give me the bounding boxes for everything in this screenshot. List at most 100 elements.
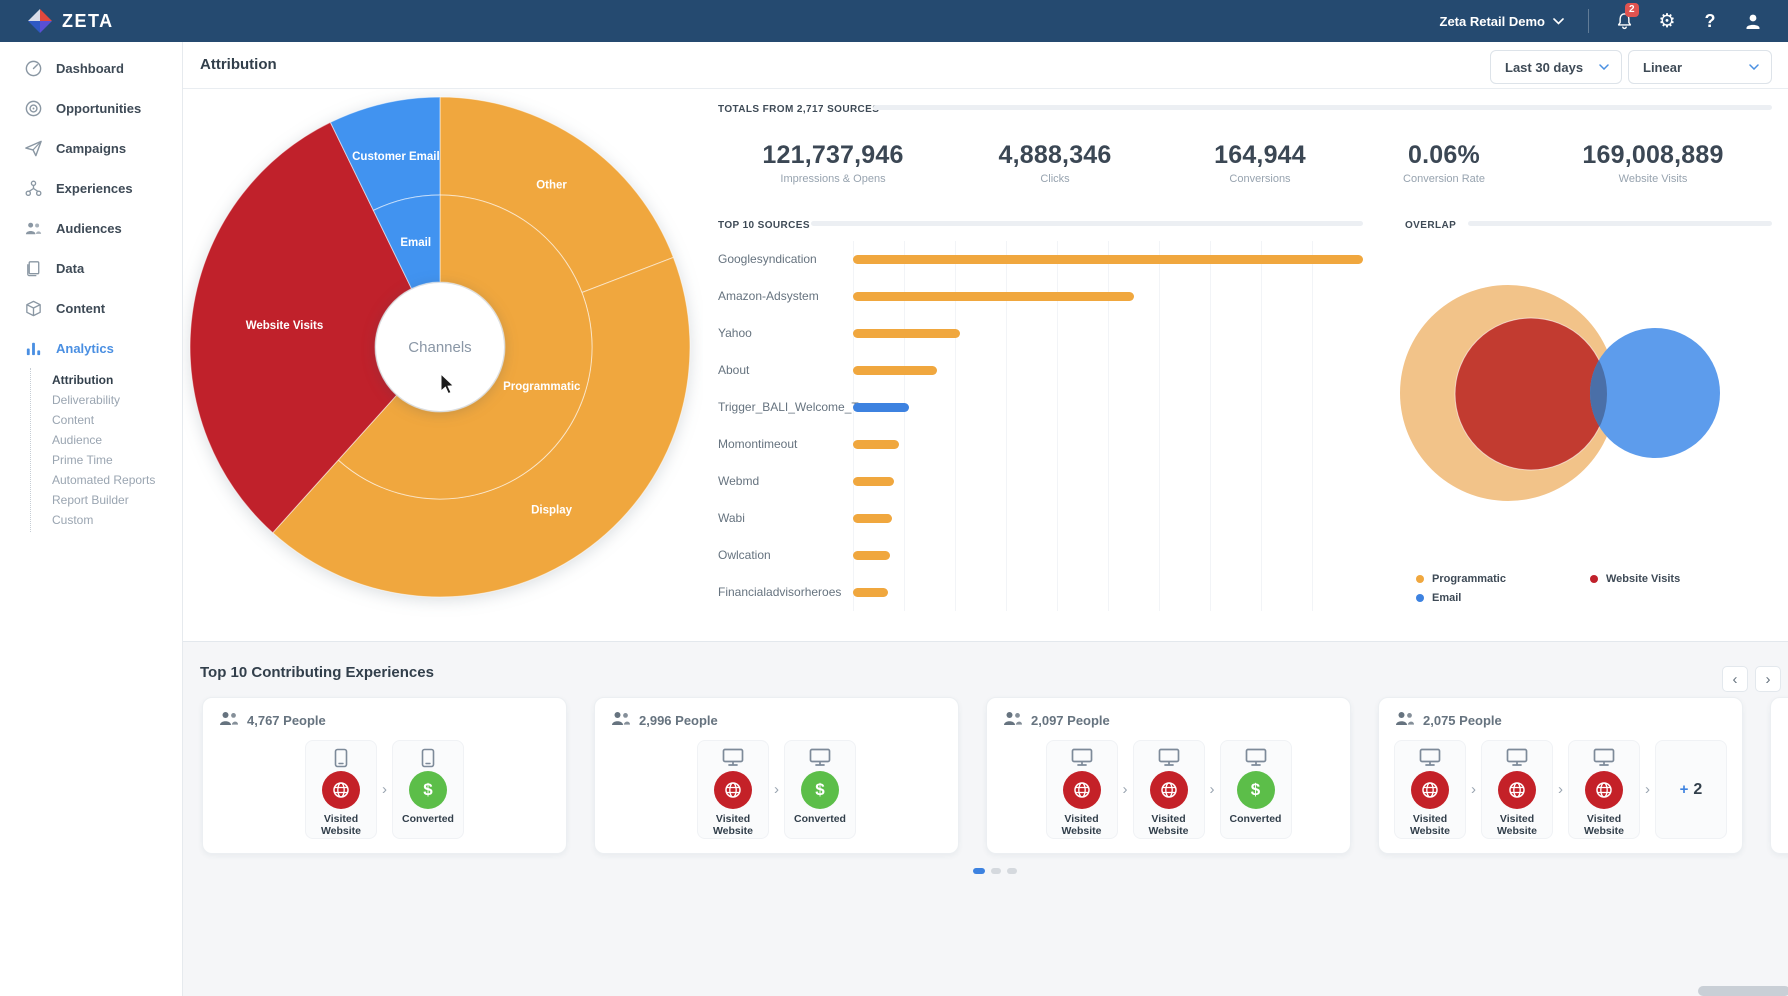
stat-value: 169,008,889 (1582, 141, 1723, 170)
sidebar-subitem-prime-time[interactable]: Prime Time (31, 450, 182, 470)
sidebar-subitem-custom[interactable]: Custom (31, 510, 182, 530)
date-range-select[interactable]: Last 30 days (1490, 50, 1622, 84)
top-navbar: ZETA Zeta Retail Demo 2 ⚙ ? (0, 0, 1788, 42)
step-label: Visited Website (698, 813, 768, 837)
venn-circle-email[interactable] (1590, 328, 1720, 458)
sidebar-item-label: Audiences (56, 221, 122, 236)
more-steps-count: 2 (1693, 781, 1702, 799)
carousel-next-button[interactable]: › (1755, 666, 1781, 692)
source-row-6[interactable]: Webmd (718, 474, 1378, 488)
attribution-model-select[interactable]: Linear (1628, 50, 1772, 84)
settings-button[interactable]: ⚙ (1654, 8, 1680, 34)
experience-card-3[interactable]: 2,097 PeopleVisited Website›Visited Webs… (986, 697, 1351, 854)
experience-card-1[interactable]: 4,767 PeopleVisited Website›$Converted (202, 697, 567, 854)
experience-card-2[interactable]: 2,996 PeopleVisited Website›$Converted (594, 697, 959, 854)
source-bar (853, 255, 1363, 264)
sidebar-item-analytics[interactable]: Analytics (0, 328, 182, 368)
analytics-icon (24, 339, 43, 358)
experience-card-5-partial[interactable] (1770, 697, 1788, 854)
stat-impressions-opens: 121,737,946Impressions & Opens (762, 141, 903, 185)
source-bar (853, 588, 888, 597)
notifications-button[interactable]: 2 (1611, 8, 1637, 34)
experience-card-header: 2,097 People (1003, 711, 1110, 729)
sidebar-item-opportunities[interactable]: Opportunities (0, 88, 182, 128)
sidebar-subitem-audience[interactable]: Audience (31, 430, 182, 450)
pagination-dot-2[interactable] (991, 868, 1001, 874)
content-icon (24, 299, 43, 318)
step-visited[interactable]: Visited Website (305, 740, 377, 839)
step-converted[interactable]: $Converted (784, 740, 856, 839)
step-visited[interactable]: Visited Website (1568, 740, 1640, 839)
sunburst-segment-label: Programmatic (503, 381, 581, 393)
model-value: Linear (1643, 60, 1682, 75)
source-name: Amazon-Adsystem (718, 289, 819, 303)
overlap-venn-chart[interactable] (1393, 285, 1733, 510)
experience-card-4[interactable]: 2,075 PeopleVisited Website›Visited Webs… (1378, 697, 1743, 854)
user-menu-button[interactable] (1740, 8, 1766, 34)
source-row-4[interactable]: Trigger_BALI_Welcome_T... (718, 400, 1378, 414)
sunburst-segment-label: Display (531, 504, 573, 516)
source-row-1[interactable]: Amazon-Adsystem (718, 289, 1378, 303)
source-bar (853, 440, 899, 449)
step-visited[interactable]: Visited Website (697, 740, 769, 839)
sidebar-item-data[interactable]: Data (0, 248, 182, 288)
pagination-dot-1[interactable] (973, 868, 985, 874)
source-row-8[interactable]: Owlcation (718, 548, 1378, 562)
step-visited[interactable]: Visited Website (1481, 740, 1553, 839)
desktop-icon (1593, 748, 1615, 772)
experience-steps: Visited Website›Visited Website›Visited … (1379, 740, 1742, 839)
legend-item-programmatic: Programmatic (1416, 573, 1506, 585)
sidebar-subitem-deliverability[interactable]: Deliverability (31, 390, 182, 410)
source-name: Webmd (718, 474, 759, 488)
step-visited[interactable]: Visited Website (1394, 740, 1466, 839)
pagination-dot-3[interactable] (1007, 868, 1017, 874)
sidebar-subitem-attribution[interactable]: Attribution (31, 370, 182, 390)
source-bar (853, 292, 1134, 301)
stat-value: 164,944 (1214, 141, 1306, 170)
stat-conversions: 164,944Conversions (1214, 141, 1306, 185)
experiences-title: Top 10 Contributing Experiences (200, 664, 434, 681)
channels-sunburst-chart[interactable]: OtherDisplayProgrammaticWebsite VisitsCu… (183, 89, 703, 634)
sidebar-item-content[interactable]: Content (0, 288, 182, 328)
source-row-3[interactable]: About (718, 363, 1378, 377)
step-converted[interactable]: $Converted (1220, 740, 1292, 839)
sidebar-subitem-automated-reports[interactable]: Automated Reports (31, 470, 182, 490)
step-converted[interactable]: $Converted (392, 740, 464, 839)
desktop-icon (1245, 748, 1267, 772)
venn-circle-website-visits[interactable] (1455, 318, 1607, 470)
source-row-0[interactable]: Googlesyndication (718, 252, 1378, 266)
source-row-5[interactable]: Momontimeout (718, 437, 1378, 451)
people-count: 2,097 People (1031, 713, 1110, 728)
legend-dot (1590, 575, 1598, 583)
step-label: Converted (1221, 813, 1291, 825)
date-range-value: Last 30 days (1505, 60, 1583, 75)
stat-label: Website Visits (1582, 173, 1723, 185)
legend-label: Email (1432, 592, 1461, 604)
source-name: Googlesyndication (718, 252, 817, 266)
step-label: Visited Website (1395, 813, 1465, 837)
sidebar-item-audiences[interactable]: Audiences (0, 208, 182, 248)
more-steps-tile[interactable]: +2 (1655, 740, 1727, 839)
step-visited[interactable]: Visited Website (1133, 740, 1205, 839)
horizontal-scrollbar-thumb[interactable] (1698, 986, 1788, 996)
source-row-7[interactable]: Wabi (718, 511, 1378, 525)
source-name: Wabi (718, 511, 745, 525)
audiences-icon (24, 219, 43, 238)
sidebar-subitem-content[interactable]: Content (31, 410, 182, 430)
source-row-2[interactable]: Yahoo (718, 326, 1378, 340)
step-label: Visited Website (1482, 813, 1552, 837)
desktop-icon (1506, 748, 1528, 772)
sidebar-item-campaigns[interactable]: Campaigns (0, 128, 182, 168)
account-switcher[interactable]: Zeta Retail Demo (1440, 14, 1564, 29)
sidebar-item-dashboard[interactable]: Dashboard (0, 48, 182, 88)
carousel-prev-button[interactable]: ‹ (1722, 666, 1748, 692)
zeta-logo[interactable]: ZETA (0, 8, 114, 34)
desktop-icon (1158, 748, 1180, 772)
help-button[interactable]: ? (1697, 8, 1723, 34)
sidebar-subitem-report-builder[interactable]: Report Builder (31, 490, 182, 510)
opportunities-icon (24, 99, 43, 118)
sidebar-item-experiences[interactable]: Experiences (0, 168, 182, 208)
visited-website-icon (1585, 771, 1623, 809)
source-row-9[interactable]: Financialadvisorheroes (718, 585, 1378, 599)
step-visited[interactable]: Visited Website (1046, 740, 1118, 839)
